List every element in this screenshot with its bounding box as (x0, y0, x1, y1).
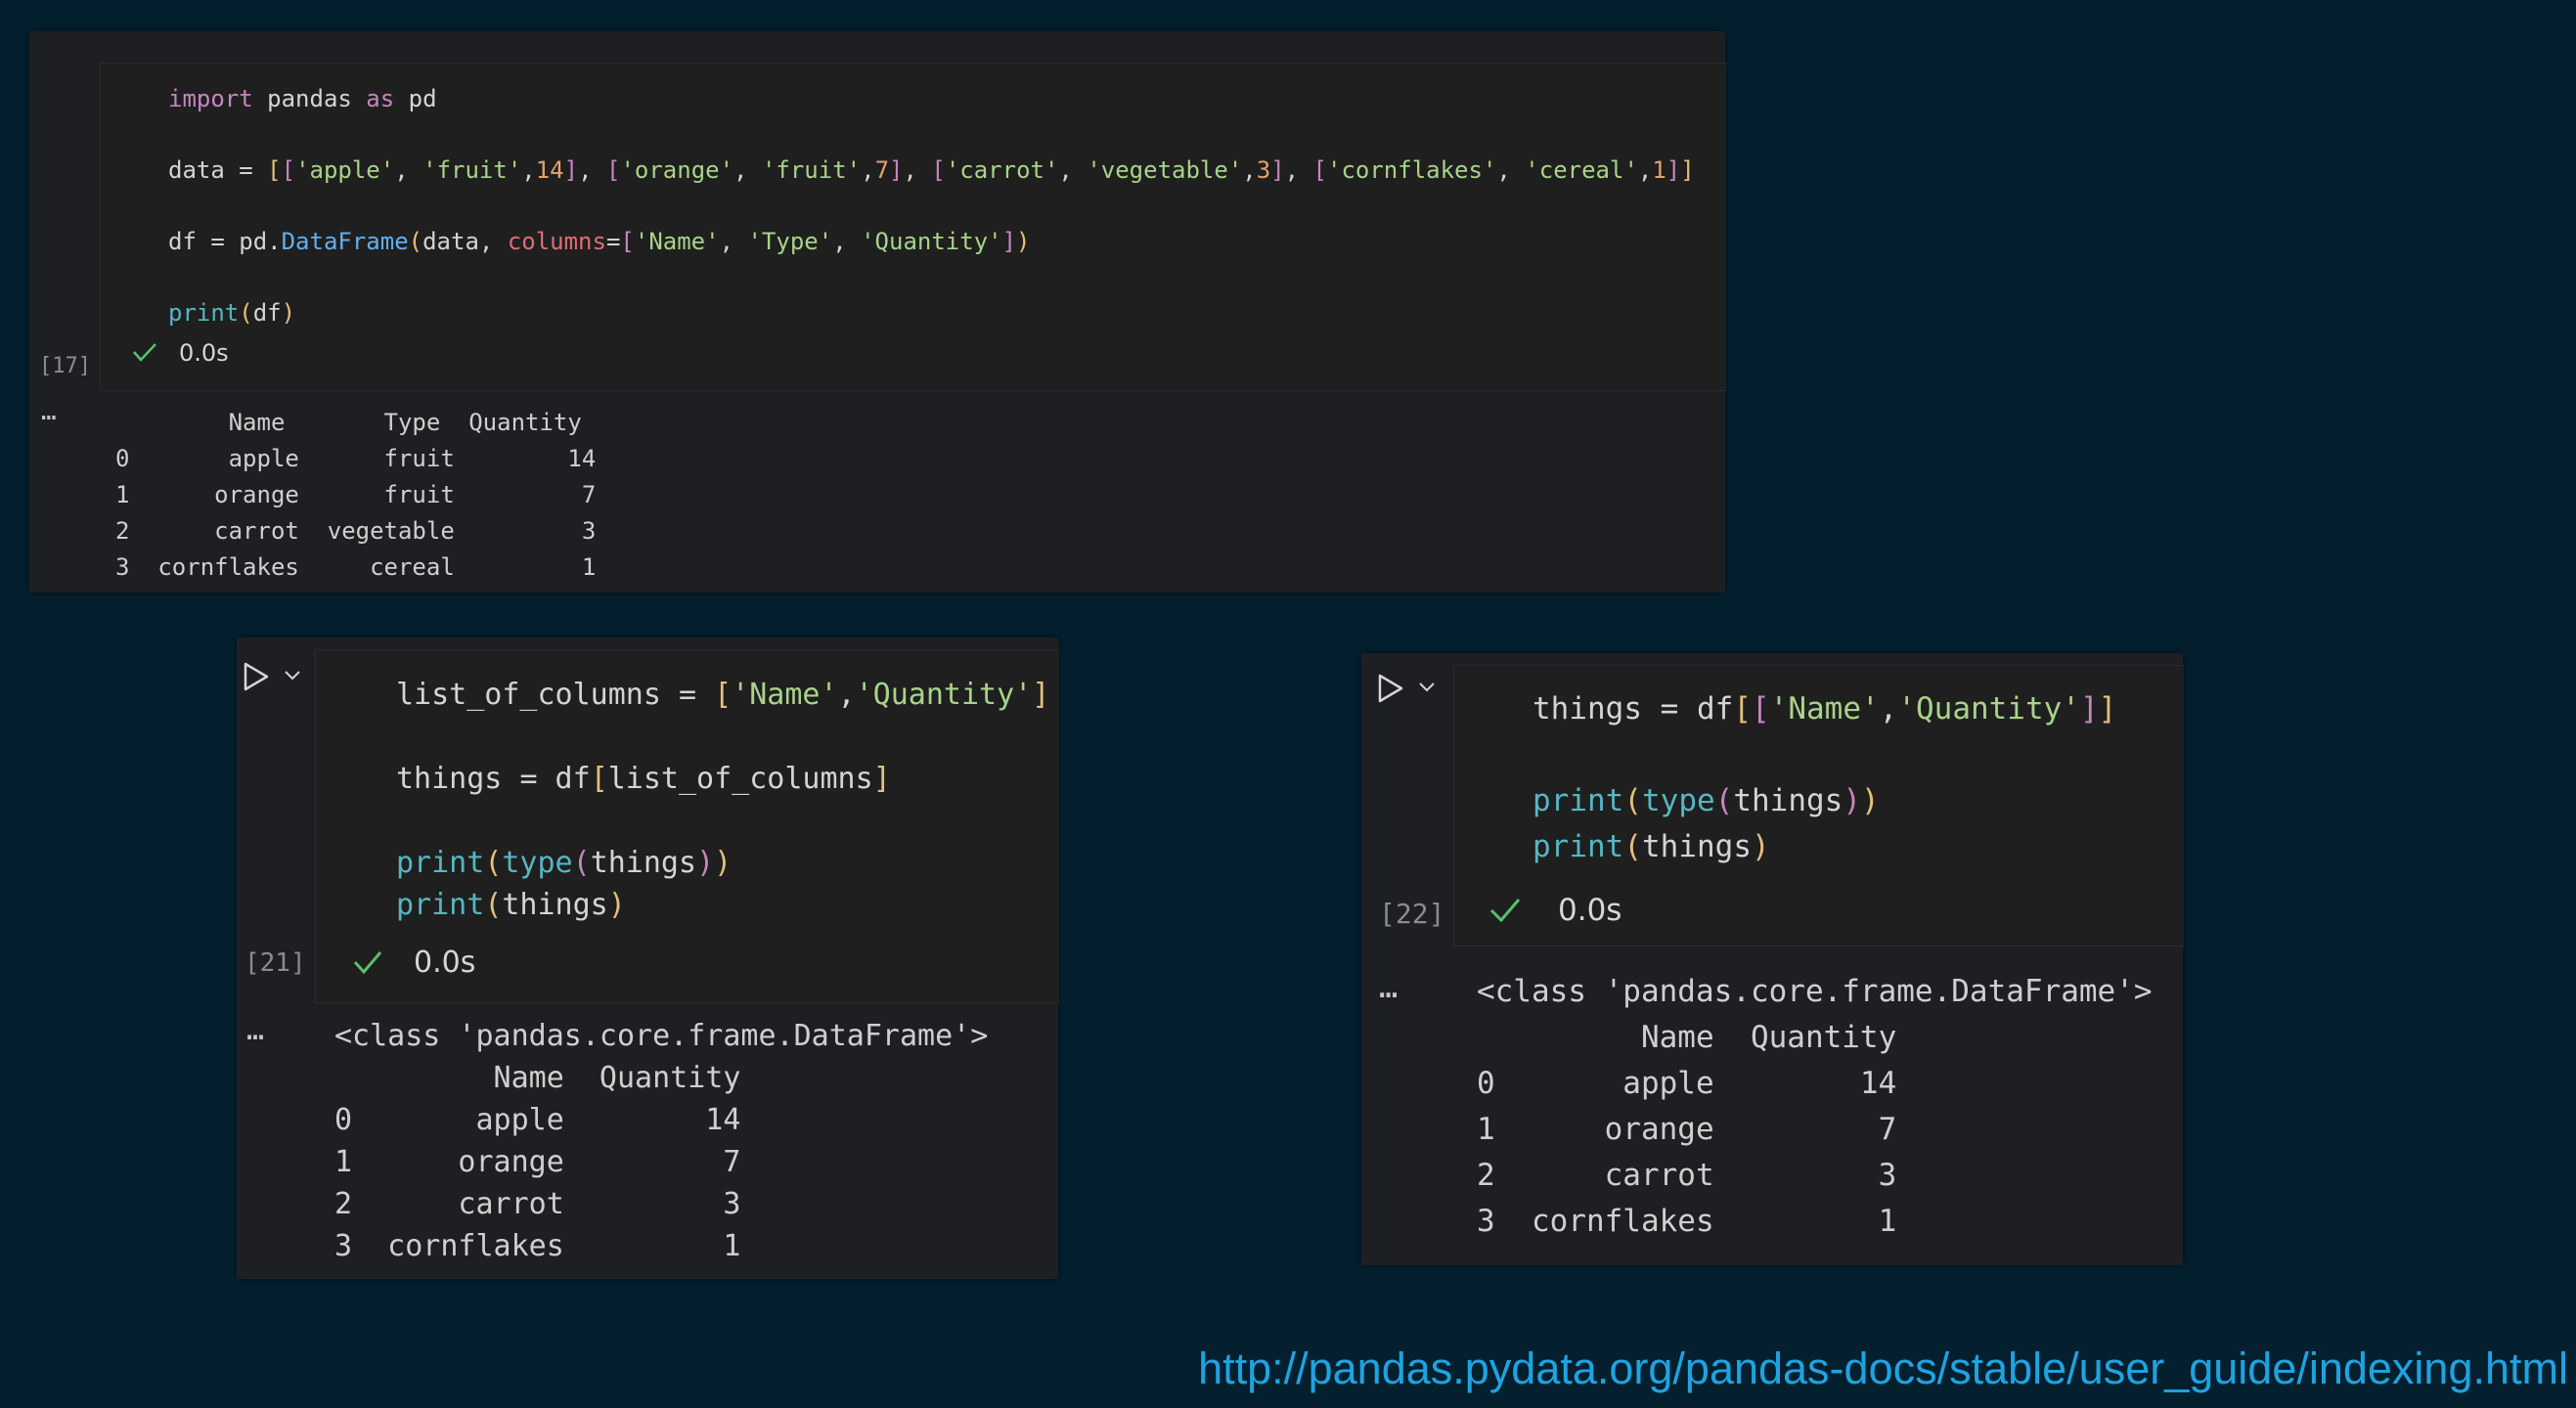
code-line-2: things = df[list_of_columns] (396, 762, 891, 796)
output-line: <class 'pandas.core.frame.DataFrame'> (1477, 974, 2153, 1009)
output-line: 2 carrot 3 (334, 1187, 741, 1221)
check-icon (1489, 899, 1521, 923)
execution-count: [17] (39, 354, 91, 378)
execution-count: [22] (1379, 898, 1445, 930)
output-menu-button[interactable]: … (1379, 968, 1399, 1005)
notebook-cell-22: things = df[['Name','Quantity']] print(t… (1361, 653, 2184, 1265)
output-line: Name Type Quantity (115, 409, 582, 436)
check-icon (353, 951, 382, 975)
output-line: 0 apple fruit 14 (115, 445, 597, 472)
output-menu-button[interactable]: … (246, 1013, 265, 1047)
output-line: 1 orange 7 (1477, 1112, 1897, 1147)
run-cell-icon[interactable] (1377, 673, 1404, 704)
output-line: 0 apple 14 (1477, 1066, 1897, 1101)
output-line: Name Quantity (334, 1061, 741, 1095)
code-line-3: print(type(things)) (396, 846, 733, 880)
output-line: 3 cornflakes 1 (1477, 1204, 1897, 1239)
output-line: <class 'pandas.core.frame.DataFrame'> (334, 1019, 989, 1053)
execution-time: 0.0s (414, 946, 476, 980)
code-editor-cell-21[interactable]: list_of_columns = ['Name','Quantity'] th… (315, 649, 1059, 1003)
output-line: 3 cornflakes cereal 1 (115, 553, 597, 581)
run-cell-icon[interactable] (243, 661, 270, 692)
code-line-1: import pandas as pd (168, 85, 437, 112)
code-editor-cell-17[interactable]: import pandas as pd data = [['apple', 'f… (100, 63, 1726, 391)
documentation-link[interactable]: http://pandas.pydata.org/pandas-docs/sta… (1198, 1343, 2568, 1394)
output-line: 2 carrot 3 (1477, 1158, 1897, 1193)
code-line-2: print(type(things)) (1532, 783, 1880, 818)
code-line-4: print(things) (396, 888, 626, 922)
execution-time: 0.0s (1558, 893, 1622, 928)
code-line-3: print(things) (1532, 829, 1770, 864)
output-line: 1 orange 7 (334, 1145, 741, 1179)
code-line-1: things = df[['Name','Quantity']] (1532, 691, 2117, 726)
notebook-cell-17: import pandas as pd data = [['apple', 'f… (29, 31, 1726, 593)
chevron-down-icon[interactable] (284, 669, 301, 682)
code-line-2: data = [['apple', 'fruit',14], ['orange'… (168, 156, 1695, 184)
code-line-4: print(df) (168, 299, 296, 327)
chevron-down-icon[interactable] (1418, 681, 1436, 694)
check-icon (133, 343, 156, 362)
output-line: 2 carrot vegetable 3 (115, 517, 597, 545)
output-line: Name Quantity (1477, 1020, 1897, 1055)
output-line: 0 apple 14 (334, 1103, 741, 1137)
execution-time: 0.0s (179, 339, 229, 367)
code-line-3: df = pd.DataFrame(data, columns=['Name',… (168, 228, 1031, 255)
execution-count: [21] (244, 948, 306, 978)
code-editor-cell-22[interactable]: things = df[['Name','Quantity']] print(t… (1453, 665, 2184, 946)
code-line-1: list_of_columns = ['Name','Quantity'] (396, 678, 1050, 712)
output-line: 1 orange fruit 7 (115, 481, 597, 508)
notebook-cell-21: list_of_columns = ['Name','Quantity'] th… (237, 638, 1059, 1279)
output-menu-button[interactable]: … (41, 397, 58, 426)
output-line: 3 cornflakes 1 (334, 1229, 741, 1263)
